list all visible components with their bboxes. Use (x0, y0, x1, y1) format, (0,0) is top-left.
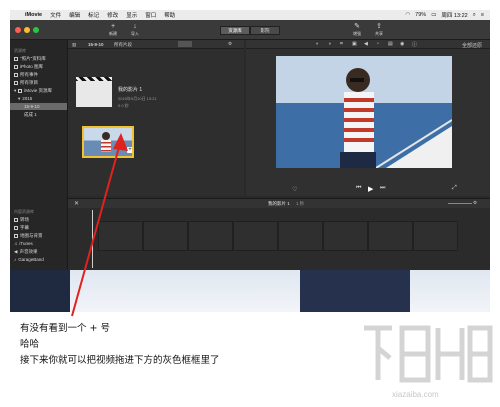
caption-line-1: 有没有看到一个 + 号 (20, 323, 110, 334)
watermark-glyphs (364, 325, 493, 383)
caption-line-2: 哈哈 (20, 339, 40, 350)
watermark-logo: xiazaiba.com (358, 318, 494, 402)
watermark-site: xiazaiba.com (392, 390, 439, 399)
caption-line-3: 接下来你就可以把视频拖进下方的灰色框框里了 (20, 355, 220, 366)
